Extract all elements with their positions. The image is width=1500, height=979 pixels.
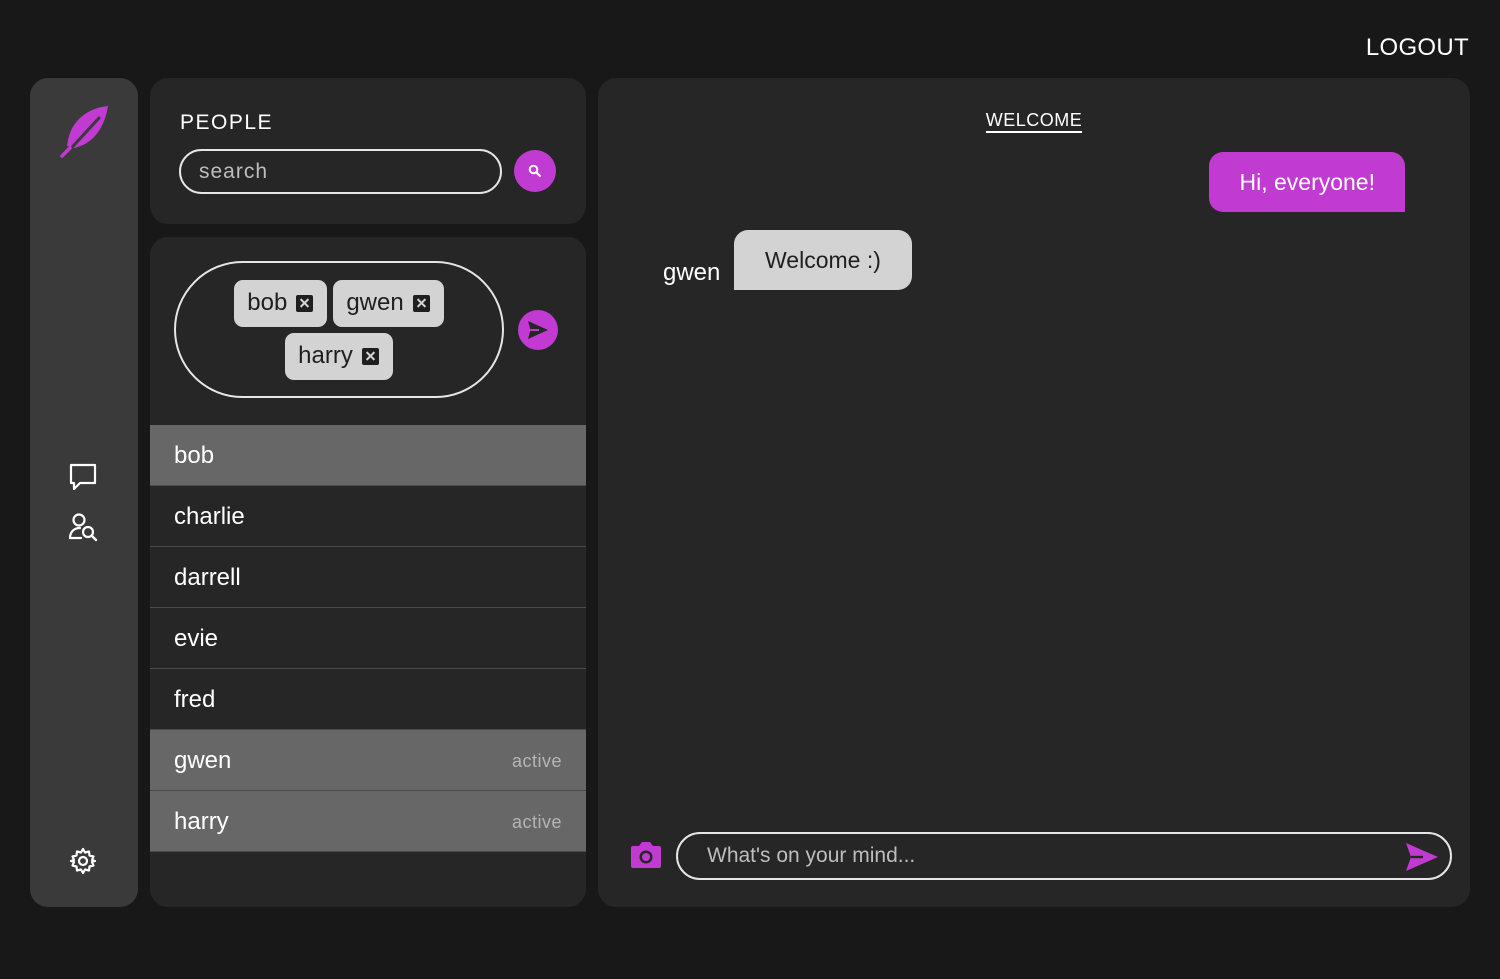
- chat-title: WELCOME: [598, 110, 1470, 133]
- send-icon[interactable]: [1405, 842, 1439, 872]
- chat-panel: WELCOME Hi, everyone! gwen Welcome :): [598, 78, 1470, 907]
- list-item[interactable]: darrell: [150, 547, 586, 608]
- list-item[interactable]: fred: [150, 669, 586, 730]
- outgoing-message-bubble: Hi, everyone!: [1209, 152, 1405, 212]
- people-title: PEOPLE: [180, 111, 274, 134]
- people-search-input[interactable]: [179, 149, 502, 194]
- message-sender: gwen: [663, 259, 721, 286]
- recipients-box: bob gwen harry: [174, 261, 504, 398]
- logout-button[interactable]: LOGOUT: [1366, 34, 1469, 62]
- list-item[interactable]: bob: [150, 425, 586, 486]
- send-icon: [528, 321, 548, 339]
- recipient-chip: gwen: [333, 279, 444, 327]
- list-item[interactable]: evie: [150, 608, 586, 669]
- chat-bubble-icon[interactable]: [68, 462, 98, 492]
- person-status: active: [511, 812, 562, 832]
- person-name: gwen: [174, 747, 232, 774]
- recipient-chip-label: gwen: [346, 289, 404, 316]
- remove-recipient-icon[interactable]: [296, 294, 314, 312]
- remove-recipient-icon[interactable]: [412, 294, 430, 312]
- person-name: evie: [174, 625, 219, 652]
- list-item[interactable]: harry active: [150, 791, 586, 852]
- person-status: active: [511, 751, 562, 771]
- recipient-chip: harry: [285, 332, 393, 380]
- gear-icon[interactable]: [68, 846, 98, 876]
- start-chat-button[interactable]: [518, 310, 558, 350]
- person-name: bob: [174, 442, 215, 469]
- people-list: bob charlie darrell evie fred gwen activ…: [150, 425, 586, 852]
- person-name: charlie: [174, 503, 245, 530]
- recipient-chip-label: harry: [298, 342, 353, 369]
- app-root: LOGOUT PEOPLE search bob gwen harry bob …: [0, 0, 1500, 979]
- person-name: fred: [174, 686, 216, 713]
- person-name: darrell: [174, 564, 241, 591]
- recipient-chip: bob: [234, 279, 328, 327]
- recipient-chip-label: bob: [247, 289, 288, 316]
- incoming-message-bubble: Welcome :): [734, 230, 912, 290]
- remove-recipient-icon[interactable]: [361, 347, 379, 365]
- people-list-panel: bob gwen harry bob charlie darrell evie …: [150, 237, 586, 907]
- person-name: harry: [174, 808, 229, 835]
- sidebar: [30, 78, 138, 907]
- message-input[interactable]: [676, 832, 1452, 880]
- list-item[interactable]: charlie: [150, 486, 586, 547]
- people-search-panel: PEOPLE: [150, 78, 586, 224]
- user-search-icon[interactable]: [68, 512, 98, 542]
- chat-title-text: WELCOME: [985, 110, 1083, 133]
- camera-icon[interactable]: [629, 840, 663, 870]
- list-item[interactable]: gwen active: [150, 730, 586, 791]
- search-icon: [528, 164, 542, 178]
- feather-icon: [60, 106, 108, 158]
- search-button[interactable]: [514, 150, 556, 192]
